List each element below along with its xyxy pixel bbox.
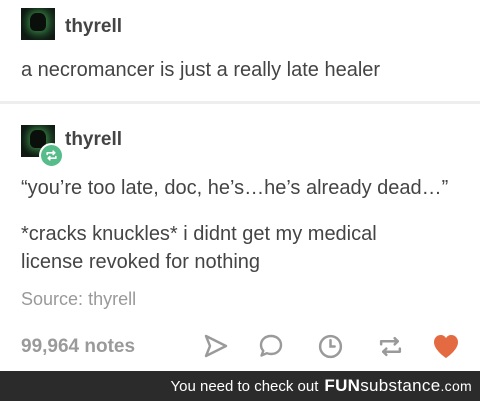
reply-text-line-2: license revoked for nothing <box>21 251 261 273</box>
reply-icon[interactable] <box>257 332 285 360</box>
brand-bold: FUN <box>324 376 361 395</box>
share-icon[interactable] <box>202 332 230 360</box>
tumblr-post: thyrell a necromancer is just a really l… <box>0 0 480 371</box>
reblogger-name[interactable]: thyrell <box>65 129 122 151</box>
reblog-icon[interactable] <box>376 332 404 360</box>
divider <box>0 101 480 104</box>
brand-rest: substance <box>360 376 441 395</box>
brand-logo: FUNsubstance.com <box>324 376 472 396</box>
reply-text-line-1: *cracks knuckles* i didnt get my medical <box>21 223 377 245</box>
banner-text: You need to check out <box>170 377 319 395</box>
source-line: Source: thyrell <box>21 289 136 310</box>
source-label: Source: <box>21 289 84 309</box>
author-avatar[interactable] <box>21 8 55 40</box>
history-icon[interactable] <box>316 332 344 360</box>
source-link[interactable]: thyrell <box>88 289 136 309</box>
like-icon[interactable] <box>432 332 460 360</box>
post-text: a necromancer is just a really late heal… <box>21 59 381 81</box>
notes-count[interactable]: 99,964 notes <box>21 336 135 358</box>
reblog-badge-icon <box>39 143 64 168</box>
post-footer: 99,964 notes <box>0 328 480 364</box>
watermark-banner: You need to check out FUNsubstance.com <box>0 371 480 401</box>
author-name[interactable]: thyrell <box>65 16 122 38</box>
brand-tld: .com <box>440 378 472 394</box>
quote-text: “you’re too late, doc, he’s…he’s already… <box>21 177 449 199</box>
